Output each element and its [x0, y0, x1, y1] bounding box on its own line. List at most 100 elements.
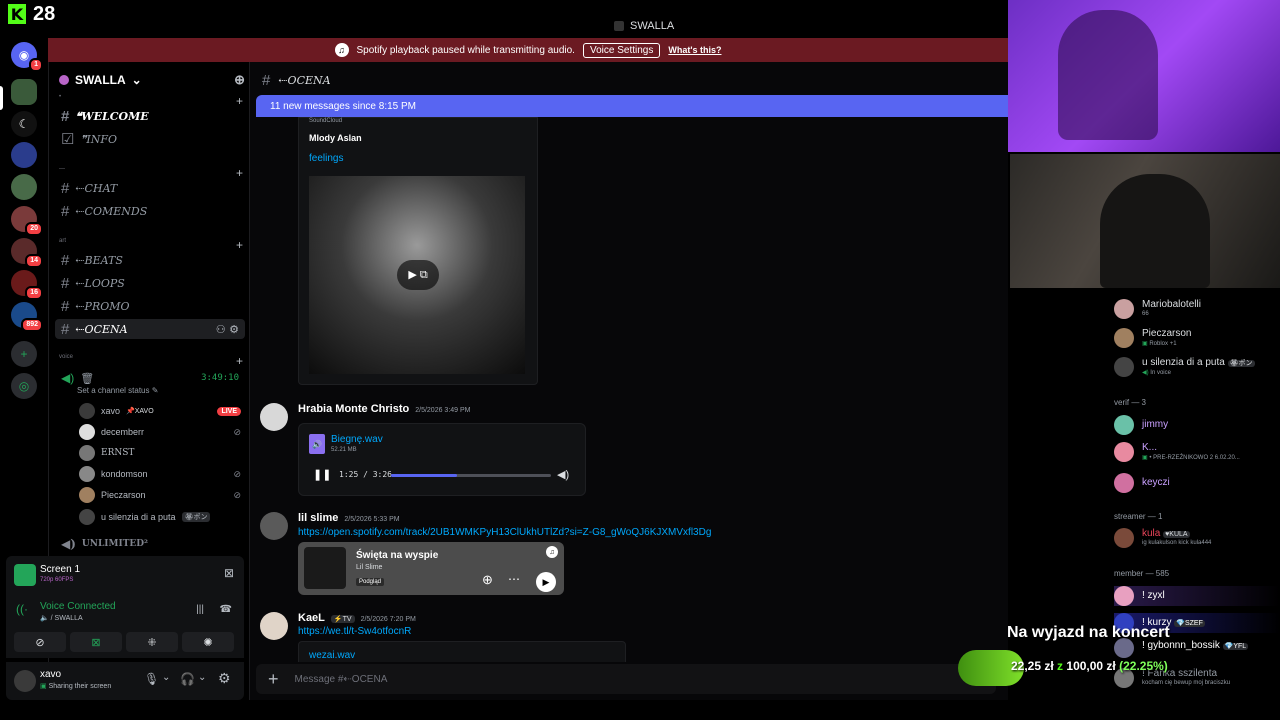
stop-stream-icon[interactable]: ⊠ — [224, 566, 234, 580]
member-item[interactable]: kula ♥KULA ig kulakulson kick kula444 — [1114, 528, 1280, 548]
spotify-link[interactable]: https://open.spotify.com/track/2UB1WMKPy… — [298, 527, 711, 538]
disconnect-icon[interactable]: ☎ — [220, 604, 232, 615]
voice-user[interactable]: u silenzia di a puta 🏵ポン — [79, 508, 241, 526]
whats-this-link[interactable]: What's this? — [668, 45, 721, 55]
track-title[interactable]: Święta na wyspie — [356, 550, 438, 561]
microphone-icon[interactable]: 🎙 — [144, 672, 159, 686]
embed-title[interactable]: wezai.wav — [309, 650, 355, 661]
discord-icon[interactable]: ◉ 1 — [11, 42, 43, 72]
track-artist[interactable]: Lil Slime — [356, 564, 382, 571]
avatar — [79, 424, 95, 440]
message-author[interactable]: KaeL — [298, 612, 325, 624]
playback-track[interactable] — [391, 474, 551, 477]
avatar[interactable] — [260, 612, 288, 640]
server-icon[interactable]: 16 — [11, 270, 43, 300]
message-input[interactable]: + Message #⇠OCENA — [256, 664, 996, 694]
member-item[interactable]: u silenzia di a puta 🏵ポン ◀) In voice — [1114, 357, 1280, 377]
hash-icon: # — [61, 274, 70, 292]
more-icon[interactable]: ⋯ — [508, 572, 520, 586]
deafen-icon: ⊘ — [233, 489, 241, 500]
member-item[interactable]: ! zyxl — [1114, 586, 1280, 606]
avatar[interactable] — [14, 670, 36, 692]
channel-ocena[interactable]: # ⇠OCENA ⚇ ⚙ — [55, 319, 245, 339]
webcam-top — [1008, 0, 1280, 152]
role-header: member — 585 — [1114, 569, 1170, 578]
voice-channel[interactable]: ◀) 🗑 3:49:10 — [55, 368, 245, 388]
pause-icon[interactable]: ❚❚ — [313, 468, 331, 481]
add-member-icon[interactable]: ⚇ — [216, 323, 226, 336]
channel-welcome[interactable]: # ❝WELCOME — [55, 106, 245, 126]
channel-title: ⇠OCENA — [278, 74, 331, 87]
server-header[interactable]: SWALLA ⌄ ⊕ — [59, 72, 245, 88]
embed-artwork[interactable]: ▶ ⧉ — [309, 176, 525, 374]
message-author[interactable]: Hrabia Monte Christo — [298, 403, 409, 415]
voice-user[interactable]: ERNST — [79, 444, 241, 462]
channel-loops[interactable]: # ⇠LOOPS — [55, 273, 245, 293]
signal-icon[interactable]: ((· — [16, 602, 28, 616]
channel-info[interactable]: ☑ ❞INFO — [55, 129, 245, 149]
track-artwork[interactable] — [304, 547, 346, 589]
noise-suppression-icon[interactable]: ||| — [196, 604, 204, 615]
server-icon[interactable]: 892 — [11, 302, 43, 332]
wetransfer-link[interactable]: https://we.tl/t-Sw4otfocnR — [298, 626, 411, 637]
member-item[interactable]: K... ▣ • PRE-RZEŹNIKOWO 2 6.02.20... — [1114, 442, 1280, 462]
hash-icon: # — [61, 107, 70, 125]
new-messages-bar[interactable]: 11 new messages since 8:15 PM — [256, 95, 1008, 117]
add-server-icon[interactable]: + — [11, 341, 37, 367]
member-sub: kocham cię bewup moj braciszku — [1142, 680, 1231, 686]
avatar[interactable] — [260, 403, 288, 431]
server-icon[interactable] — [11, 174, 37, 200]
server-icon-swalla[interactable] — [11, 79, 37, 105]
voice-settings-button[interactable]: Voice Settings — [582, 42, 661, 58]
add-icon[interactable]: ⊕ — [482, 572, 493, 588]
voice-channel-unlimited[interactable]: ◀) UNLIMITED² — [55, 534, 245, 554]
chevron-down-icon[interactable]: ⌄ — [162, 672, 170, 683]
channel-beats[interactable]: # ⇠BEATS — [55, 250, 245, 270]
member-sub: ig kulakulson kick kula444 — [1142, 540, 1212, 546]
camera-off-button[interactable]: ⊘ — [14, 632, 66, 652]
voice-user[interactable]: kondomson ⊘ — [79, 465, 241, 483]
gear-icon[interactable]: ⚙ — [218, 670, 231, 687]
member-item[interactable]: Pieczarson ▣ Roblox +1 — [1114, 328, 1280, 348]
discover-icon[interactable]: ◎ — [11, 373, 37, 399]
voice-status[interactable]: Voice Connected — [40, 601, 116, 612]
category-header[interactable]: voice + — [59, 354, 243, 368]
add-channel-icon[interactable]: + — [236, 354, 243, 368]
hash-icon: # — [61, 297, 70, 315]
server-icon[interactable]: ☾ — [11, 111, 37, 137]
server-icon[interactable] — [11, 142, 37, 168]
chevron-down-icon[interactable]: ⌄ — [198, 672, 206, 683]
invite-icon[interactable]: ⊕ — [234, 72, 245, 88]
share-screen-button[interactable]: ⊠ — [70, 632, 122, 652]
channel-chat[interactable]: # ⇠CHAT — [55, 178, 245, 198]
gear-icon[interactable]: ⚙ — [229, 323, 239, 336]
channel-comends[interactable]: # ⇠COMENDS — [55, 201, 245, 221]
play-icon[interactable]: ▶ ⧉ — [397, 260, 439, 290]
embed-title[interactable]: feelings — [309, 153, 343, 164]
server-icon[interactable]: 20 — [11, 206, 43, 236]
voice-user[interactable]: decemberr ⊘ — [79, 423, 241, 441]
embed-author[interactable]: Mlody Aslan — [309, 133, 362, 143]
audio-file-icon: 🔊 — [309, 434, 325, 454]
member-item[interactable]: keyczi — [1114, 473, 1280, 493]
activities-button[interactable]: ⁜ — [126, 632, 178, 652]
voice-user[interactable]: Pieczarson ⊘ — [79, 486, 241, 504]
screen-share-panel: Screen 1 720p 60FPS ⊠ — [6, 556, 244, 594]
file-name[interactable]: Biegnę.wav — [331, 434, 383, 445]
message: KaeL ⚡TV 2/5/2026 7:20 PM https://we.tl/… — [260, 612, 1000, 662]
headphones-icon[interactable]: 🎧 — [180, 672, 195, 686]
channel-status[interactable]: Set a channel status ✎ — [77, 386, 158, 395]
server-icon[interactable]: 14 — [11, 238, 43, 268]
voice-user[interactable]: xavo 📌XAVO LIVE — [79, 402, 241, 420]
message-author[interactable]: lil slime — [298, 512, 338, 524]
play-button[interactable]: ▶ — [536, 572, 556, 592]
soundboard-button[interactable]: ✺ — [182, 632, 234, 652]
volume-icon[interactable]: ◀) — [557, 468, 569, 481]
deafen-icon: ⊘ — [233, 468, 241, 479]
avatar[interactable] — [260, 512, 288, 540]
member-name: Pieczarson — [1142, 328, 1192, 339]
plus-icon[interactable]: + — [268, 669, 279, 690]
member-item[interactable]: jimmy — [1114, 415, 1280, 435]
channel-promo[interactable]: # ⇠PROMO — [55, 296, 245, 316]
member-item[interactable]: Mariobalotelli 66 — [1114, 299, 1280, 319]
